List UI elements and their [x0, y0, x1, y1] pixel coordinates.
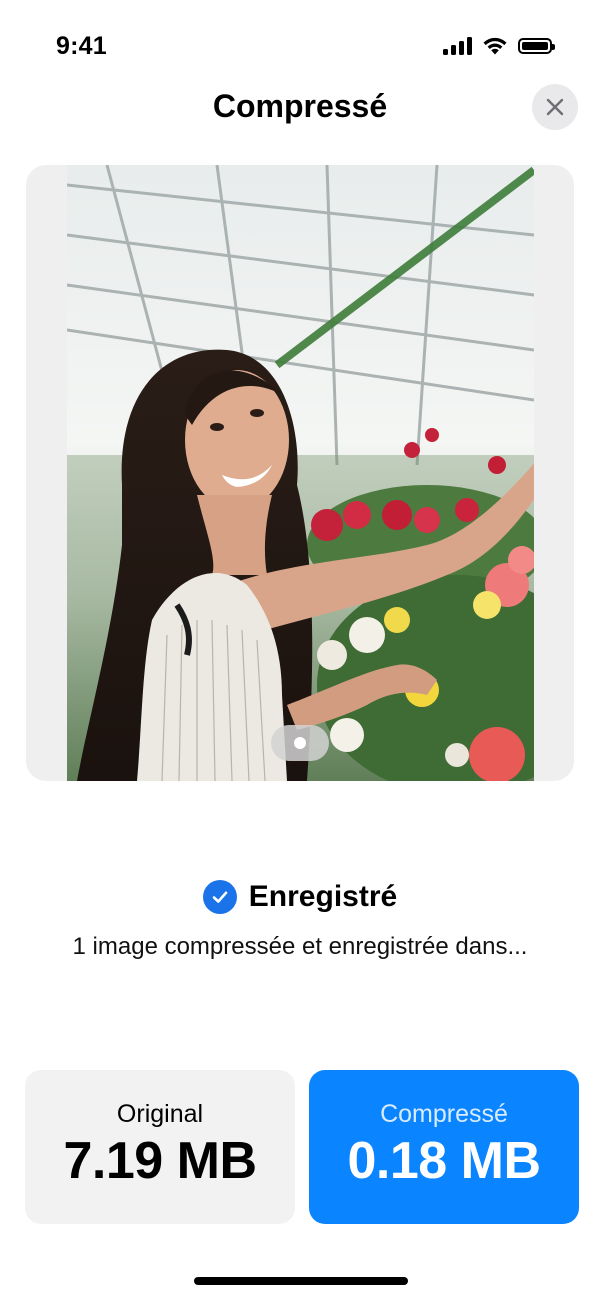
- page-dot: [294, 737, 306, 749]
- status-icons: [443, 36, 555, 55]
- photo-preview: [67, 165, 534, 781]
- image-preview-card[interactable]: [26, 165, 574, 781]
- saved-title: Enregistré: [248, 880, 398, 913]
- close-button[interactable]: [532, 84, 578, 130]
- original-size-card: Original 7.19 MB: [25, 1070, 295, 1224]
- battery-icon: [518, 37, 555, 54]
- compressed-size-value: 0.18 MB: [347, 1132, 541, 1190]
- checkmark-circle-icon: [202, 880, 237, 914]
- original-size-label: Original: [116, 1100, 204, 1128]
- compressed-size-label: Compressé: [380, 1100, 508, 1128]
- original-size-value: 7.19 MB: [63, 1132, 257, 1190]
- saved-subtitle: 1 image compressée et enregistrée dans..…: [72, 933, 528, 960]
- status-bar: 9:41: [0, 0, 600, 90]
- page-indicator[interactable]: [271, 725, 329, 761]
- compressed-size-card: Compressé 0.18 MB: [309, 1070, 579, 1224]
- home-indicator[interactable]: [194, 1277, 408, 1285]
- close-icon: [546, 98, 564, 116]
- status-time: 9:41: [56, 32, 107, 60]
- saved-status: Enregistré: [0, 880, 600, 914]
- cellular-signal-icon: [443, 36, 472, 55]
- page-title: Compressé: [212, 88, 388, 124]
- wifi-icon: [483, 37, 507, 55]
